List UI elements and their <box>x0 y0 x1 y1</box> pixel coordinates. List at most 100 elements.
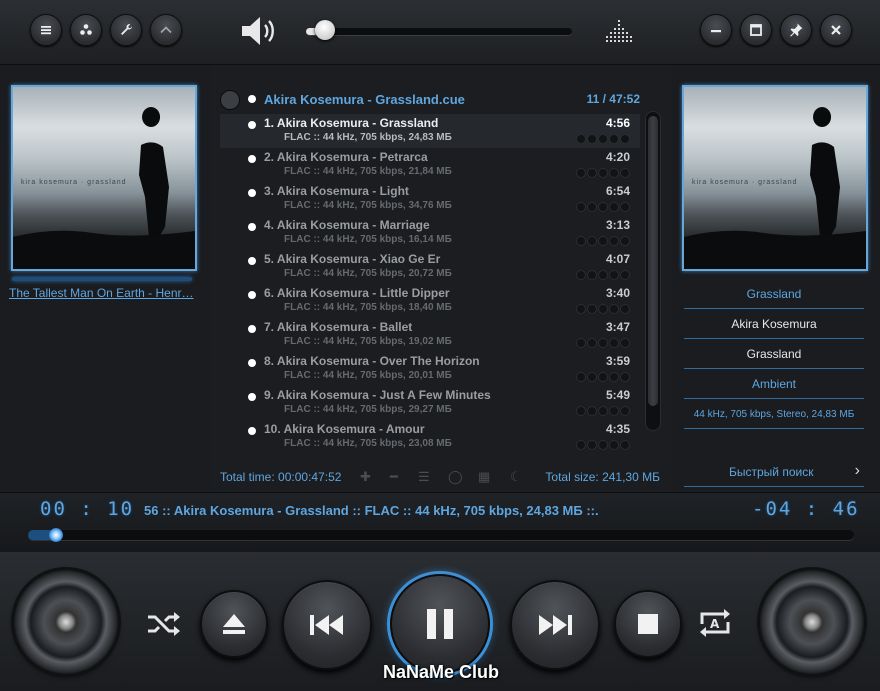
close-icon <box>831 25 841 35</box>
wrench-icon <box>121 24 132 35</box>
rating-dots[interactable] <box>576 168 630 178</box>
chevron-right-icon: › <box>854 462 860 479</box>
settings-button[interactable] <box>110 14 142 46</box>
seek-bar[interactable] <box>28 528 854 542</box>
album-cover-left[interactable]: kira kosemura · grassland <box>11 85 197 271</box>
close-button[interactable] <box>820 14 852 46</box>
spectrum-bars-icon <box>606 20 632 42</box>
menu-icon <box>41 26 51 35</box>
volume-track <box>306 28 572 35</box>
bullet-icon <box>248 393 256 401</box>
cover-glow <box>12 277 192 281</box>
track-duration: 3:47 <box>605 320 630 334</box>
track-duration: 5:49 <box>605 388 630 402</box>
playlist-footer: Total time: 00:00:47:52 ✚ ━ ☰ ◯ ▦ ☾ Tota… <box>220 466 660 488</box>
track-row[interactable]: 1. Akira Kosemura - Grassland 4:56 FLAC … <box>220 114 640 148</box>
pin-button[interactable] <box>780 14 812 46</box>
volume-knob[interactable] <box>315 20 335 40</box>
scrollbar-thumb[interactable] <box>648 116 658 406</box>
collapse-button[interactable] <box>150 14 182 46</box>
shuffle-icon <box>148 612 180 636</box>
now-playing-link[interactable]: The Tallest Man On Earth - Henr… <box>9 286 202 300</box>
remove-icon[interactable]: ━ <box>390 469 398 485</box>
grid-icon[interactable]: ▦ <box>478 469 490 485</box>
playlist-scrollbar[interactable] <box>646 112 660 430</box>
rating-dots[interactable] <box>576 440 630 450</box>
brand-watermark: NaNaMe Club <box>382 662 499 682</box>
pause-button[interactable] <box>390 574 490 674</box>
visualizer-button[interactable] <box>70 14 102 46</box>
volume-button[interactable] <box>240 14 280 48</box>
track-row[interactable]: 3. Akira Kosemura - Light 6:54 FLAC :: 4… <box>220 182 640 216</box>
track-row[interactable]: 9. Akira Kosemura - Just A Few Minutes 5… <box>220 386 640 420</box>
track-duration: 4:56 <box>605 116 630 130</box>
chevron-up-icon <box>160 26 172 34</box>
track-row[interactable]: 10. Akira Kosemura - Amour 4:35 FLAC :: … <box>220 420 640 454</box>
eject-icon <box>223 614 245 634</box>
pause-icon <box>427 609 453 639</box>
top-bar <box>0 0 880 65</box>
rating-dots[interactable] <box>576 270 630 280</box>
track-duration: 4:20 <box>605 150 630 164</box>
rating-dots[interactable] <box>576 338 630 348</box>
cover-artwork <box>13 107 195 269</box>
moon-icon[interactable]: ☾ <box>510 469 522 485</box>
previous-button[interactable] <box>282 580 372 670</box>
track-meta: FLAC :: 44 kHz, 705 kbps, 21,84 МБ <box>284 166 452 177</box>
shuffle-button[interactable] <box>144 606 184 642</box>
rating-dots[interactable] <box>576 406 630 416</box>
track-duration: 3:40 <box>605 286 630 300</box>
maximize-button[interactable] <box>740 14 772 46</box>
refresh-icon[interactable]: ◯ <box>448 469 463 485</box>
rating-dots[interactable] <box>576 134 630 144</box>
album-toggle-icon[interactable] <box>220 90 240 110</box>
track-row[interactable]: 8. Akira Kosemura - Over The Horizon 3:5… <box>220 352 640 386</box>
stop-button[interactable] <box>614 590 682 658</box>
track-meta: FLAC :: 44 kHz, 705 kbps, 20,72 МБ <box>284 268 452 279</box>
bullet-icon <box>248 291 256 299</box>
rating-dots[interactable] <box>576 236 630 246</box>
left-speaker <box>14 570 118 674</box>
info-artist[interactable]: Akira Kosemura <box>684 310 864 339</box>
info-album[interactable]: Grassland <box>684 280 864 309</box>
track-row[interactable]: 7. Akira Kosemura - Ballet 3:47 FLAC :: … <box>220 318 640 352</box>
eject-button[interactable] <box>200 590 268 658</box>
next-icon <box>539 615 572 635</box>
playlist-header[interactable]: Akira Kosemura - Grassland.cue 11 / 47:5… <box>220 90 640 115</box>
next-button[interactable] <box>510 580 600 670</box>
rating-dots[interactable] <box>576 372 630 382</box>
track-title: 9. Akira Kosemura - Just A Few Minutes <box>264 388 491 402</box>
album-cover-right[interactable]: kira kosemura · grassland <box>682 85 868 271</box>
rating-dots[interactable] <box>576 304 630 314</box>
info-genre[interactable]: Ambient <box>684 370 864 399</box>
remaining-time[interactable]: -04 : 46 <box>752 498 860 520</box>
menu-button[interactable] <box>30 14 62 46</box>
quick-search-label: Быстрый поиск <box>729 465 814 479</box>
track-title: 4. Akira Kosemura - Marriage <box>264 218 430 232</box>
elapsed-time[interactable]: 00 : 10 <box>40 498 134 520</box>
track-meta: FLAC :: 44 kHz, 705 kbps, 34,76 МБ <box>284 200 452 211</box>
repeat-icon: A <box>700 609 730 637</box>
add-icon[interactable]: ✚ <box>360 469 371 485</box>
track-title: 6. Akira Kosemura - Little Dipper <box>264 286 450 300</box>
bullet-icon <box>248 121 256 129</box>
rating-dots[interactable] <box>576 202 630 212</box>
repeat-button[interactable]: A <box>694 604 736 642</box>
track-meta: FLAC :: 44 kHz, 705 kbps, 19,02 МБ <box>284 336 452 347</box>
minimize-button[interactable] <box>700 14 732 46</box>
volume-slider[interactable] <box>306 20 572 40</box>
pin-icon <box>790 23 803 37</box>
track-row[interactable]: 6. Akira Kosemura - Little Dipper 3:40 F… <box>220 284 640 318</box>
seek-knob[interactable] <box>49 528 63 542</box>
spectrum-button[interactable] <box>604 16 636 46</box>
track-row[interactable]: 2. Akira Kosemura - Petrarca 4:20 FLAC :… <box>220 148 640 182</box>
list-icon[interactable]: ☰ <box>418 469 430 485</box>
track-meta: FLAC :: 44 kHz, 705 kbps, 23,08 МБ <box>284 438 452 449</box>
quick-search-button[interactable]: Быстрый поиск › <box>684 460 864 487</box>
track-duration: 3:13 <box>605 218 630 232</box>
track-row[interactable]: 5. Akira Kosemura - Xiao Ge Er 4:07 FLAC… <box>220 250 640 284</box>
track-row[interactable]: 4. Akira Kosemura - Marriage 3:13 FLAC :… <box>220 216 640 250</box>
cover-text: kira kosemura · grassland <box>692 179 798 186</box>
track-title: 2. Akira Kosemura - Petrarca <box>264 150 428 164</box>
track-duration: 6:54 <box>605 184 630 198</box>
